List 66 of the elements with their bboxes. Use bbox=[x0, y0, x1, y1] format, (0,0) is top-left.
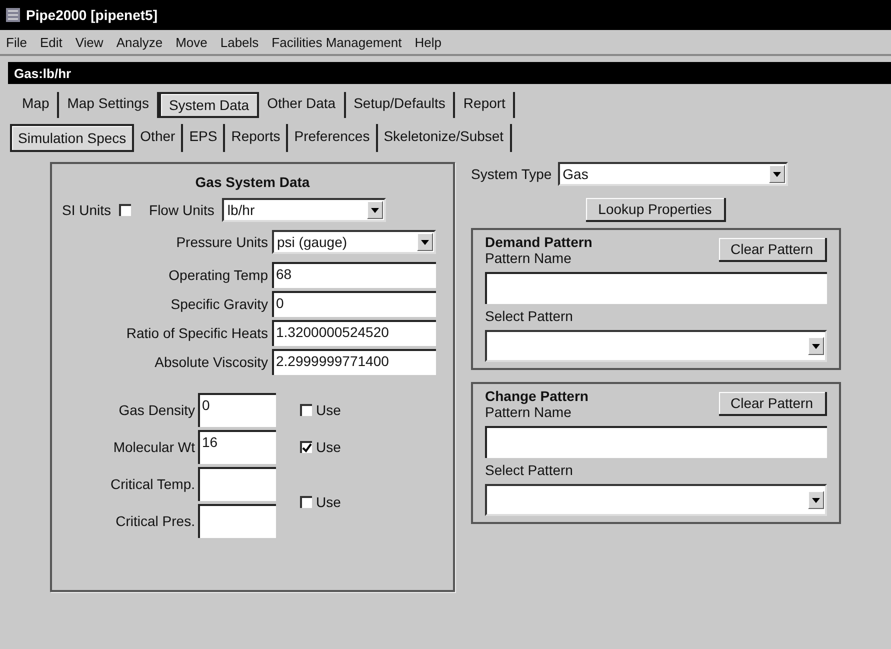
input-field[interactable]: 0 bbox=[272, 291, 436, 317]
dropdown[interactable]: psi (gauge) bbox=[272, 230, 436, 254]
checkbox[interactable] bbox=[300, 404, 312, 416]
pattern-title: Change Pattern bbox=[485, 388, 588, 404]
window-title: Pipe2000 [pipenet5] bbox=[26, 7, 158, 23]
input-field[interactable]: 2.2999999771400 bbox=[272, 349, 436, 375]
checkbox[interactable] bbox=[119, 204, 132, 216]
field-label: SI Units bbox=[62, 202, 112, 218]
tab[interactable]: Skeletonize/Subset bbox=[378, 124, 512, 152]
field-label: Molecular Wt bbox=[112, 439, 195, 455]
tab[interactable]: Simulation Specs bbox=[10, 124, 134, 152]
tab[interactable]: Preferences bbox=[288, 124, 378, 152]
field-label: System Type bbox=[471, 166, 552, 182]
tab[interactable]: Other Data bbox=[259, 92, 346, 118]
field-label: Pattern Name bbox=[485, 404, 572, 420]
tab[interactable]: Other bbox=[134, 124, 184, 152]
field-label: Critical Temp. bbox=[109, 476, 195, 492]
dropdown[interactable]: lb/hr bbox=[222, 198, 386, 222]
field-label: Absolute Viscosity bbox=[154, 354, 268, 370]
lookup-properties-button[interactable]: Lookup Properties bbox=[586, 198, 726, 222]
group-title: Gas System Data bbox=[194, 174, 311, 190]
field-label: Specific Gravity bbox=[170, 296, 268, 312]
input-field[interactable] bbox=[198, 504, 276, 538]
menu-item[interactable]: Move bbox=[176, 34, 208, 50]
field-label: Pressure Units bbox=[175, 234, 268, 250]
field-label: Select Pattern bbox=[485, 462, 574, 478]
tab[interactable]: Map bbox=[14, 92, 60, 118]
tab[interactable]: Report bbox=[455, 92, 516, 118]
pattern-title: Demand Pattern bbox=[485, 234, 592, 250]
clear-pattern-button[interactable]: Clear Pattern bbox=[718, 238, 827, 262]
input-field[interactable]: 68 bbox=[272, 262, 436, 288]
input-field[interactable]: 1.3200000524520 bbox=[272, 320, 436, 346]
checkbox-label: Use bbox=[316, 439, 341, 455]
tab[interactable]: EPS bbox=[183, 124, 226, 152]
field-label: Gas Density bbox=[118, 402, 195, 418]
clear-pattern-button[interactable]: Clear Pattern bbox=[718, 392, 827, 416]
tab[interactable]: Setup/Defaults bbox=[346, 92, 456, 118]
menu-item[interactable]: Facilities Management bbox=[272, 34, 402, 50]
dropdown[interactable] bbox=[485, 484, 827, 516]
dropdown[interactable]: Gas bbox=[558, 162, 788, 186]
menu-item[interactable]: Labels bbox=[220, 34, 259, 50]
menu-item[interactable]: File bbox=[6, 34, 27, 50]
field-label: Ratio of Specific Heats bbox=[125, 325, 268, 341]
tab[interactable]: System Data bbox=[158, 92, 260, 118]
input-field[interactable] bbox=[198, 467, 276, 501]
input-field[interactable]: 0 bbox=[198, 393, 276, 427]
input-field[interactable]: 16 bbox=[198, 430, 276, 464]
input-field[interactable] bbox=[485, 426, 827, 458]
checkbox-label: Use bbox=[316, 494, 341, 510]
checkbox[interactable] bbox=[300, 496, 312, 508]
field-label: Select Pattern bbox=[485, 308, 574, 324]
checkbox-label: Use bbox=[316, 402, 341, 418]
field-label: Flow Units bbox=[149, 202, 214, 218]
menu-item[interactable]: Edit bbox=[40, 34, 62, 50]
input-field[interactable] bbox=[485, 272, 827, 304]
menu-item[interactable]: Analyze bbox=[116, 34, 163, 50]
menu-item[interactable]: Help bbox=[414, 34, 442, 50]
tab[interactable]: Reports bbox=[225, 124, 288, 152]
dropdown[interactable] bbox=[485, 330, 827, 362]
document-title: Gas:lb/hr bbox=[14, 66, 72, 80]
checkbox[interactable] bbox=[300, 441, 312, 453]
field-label: Pattern Name bbox=[485, 250, 572, 266]
field-label: Operating Temp bbox=[168, 267, 268, 283]
app-icon bbox=[6, 8, 20, 22]
field-label: Critical Pres. bbox=[114, 513, 195, 529]
menu-item[interactable]: View bbox=[75, 34, 104, 50]
